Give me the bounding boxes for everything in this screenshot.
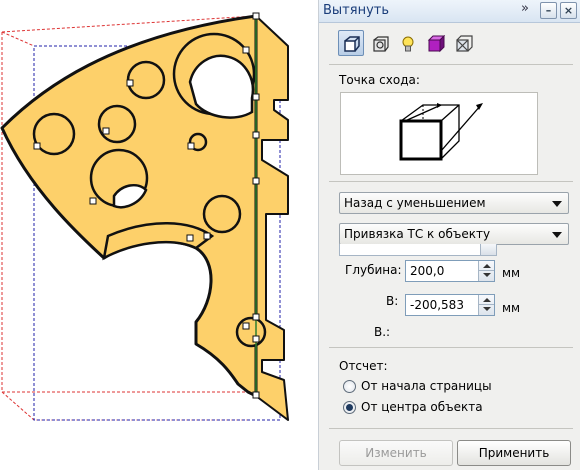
origin-label: Отсчет: bbox=[339, 359, 388, 373]
horizontal-unit: мм bbox=[502, 301, 521, 315]
vertical-label: В.: bbox=[374, 325, 391, 339]
extrude-rotation-icon bbox=[373, 36, 389, 52]
depth-stepper[interactable] bbox=[478, 261, 494, 281]
vanishing-point-lock-value: Привязка ТС к объекту bbox=[344, 227, 491, 241]
vanishing-point-lock-select[interactable]: Привязка ТС к объекту bbox=[339, 223, 569, 245]
extrude-lighting-button[interactable] bbox=[394, 30, 420, 56]
edit-button[interactable]: Изменить bbox=[339, 440, 453, 466]
apply-button[interactable]: Применить bbox=[457, 440, 571, 466]
minimize-icon[interactable]: – bbox=[540, 2, 557, 19]
extrude-docker: Вытянуть » – × Точка схода: Назад с умен… bbox=[318, 0, 580, 470]
extrude-color-icon bbox=[427, 35, 445, 53]
docker-title: Вытянуть bbox=[323, 3, 390, 18]
extrude-camera-icon bbox=[344, 36, 360, 52]
extrusion-side-face bbox=[255, 15, 289, 421]
divider bbox=[329, 428, 573, 429]
depth-value: 200,0 bbox=[410, 264, 445, 278]
extrude-type-select[interactable]: Назад с уменьшением bbox=[339, 192, 569, 214]
hidden-spin-field[interactable] bbox=[339, 244, 497, 256]
depth-label: Глубина: bbox=[345, 263, 402, 277]
extrude-type-value: Назад с уменьшением bbox=[344, 196, 486, 210]
extrude-bevel-icon bbox=[456, 35, 473, 52]
divider bbox=[329, 64, 573, 65]
chevron-double-right-icon[interactable]: » bbox=[517, 1, 533, 19]
drawing-canvas[interactable] bbox=[0, 0, 318, 470]
extruded-cheese-drawing[interactable] bbox=[0, 0, 318, 470]
horizontal-value: -200,583 bbox=[410, 298, 464, 312]
origin-object-radio[interactable] bbox=[343, 401, 356, 414]
divider bbox=[329, 347, 573, 348]
close-icon[interactable]: × bbox=[560, 2, 577, 19]
horizontal-label: В: bbox=[386, 294, 399, 308]
depth-unit: мм bbox=[502, 266, 521, 280]
extrude-camera-button[interactable] bbox=[338, 30, 364, 56]
chevron-down-icon bbox=[552, 232, 562, 238]
depth-input[interactable]: 200,0 bbox=[405, 260, 495, 282]
extrude-preview-icon bbox=[399, 103, 483, 161]
extrude-color-button[interactable] bbox=[422, 30, 448, 56]
vanishing-point-label: Точка схода: bbox=[339, 73, 420, 87]
docker-titlebar: Вытянуть » – × bbox=[319, 0, 580, 23]
divider bbox=[329, 181, 573, 182]
chevron-down-icon bbox=[552, 201, 562, 207]
spin-icon[interactable] bbox=[480, 244, 496, 255]
horizontal-input[interactable]: -200,583 bbox=[405, 294, 495, 316]
extrude-rotation-button[interactable] bbox=[366, 30, 392, 56]
origin-object-label[interactable]: От центра объекта bbox=[361, 400, 483, 414]
origin-page-label[interactable]: От начала страницы bbox=[361, 379, 492, 393]
extrude-lighting-icon bbox=[402, 36, 414, 52]
extrude-bevel-button[interactable] bbox=[450, 30, 476, 56]
horizontal-stepper[interactable] bbox=[478, 295, 494, 315]
vanishing-point-preview bbox=[340, 92, 538, 175]
origin-page-radio[interactable] bbox=[343, 380, 356, 393]
